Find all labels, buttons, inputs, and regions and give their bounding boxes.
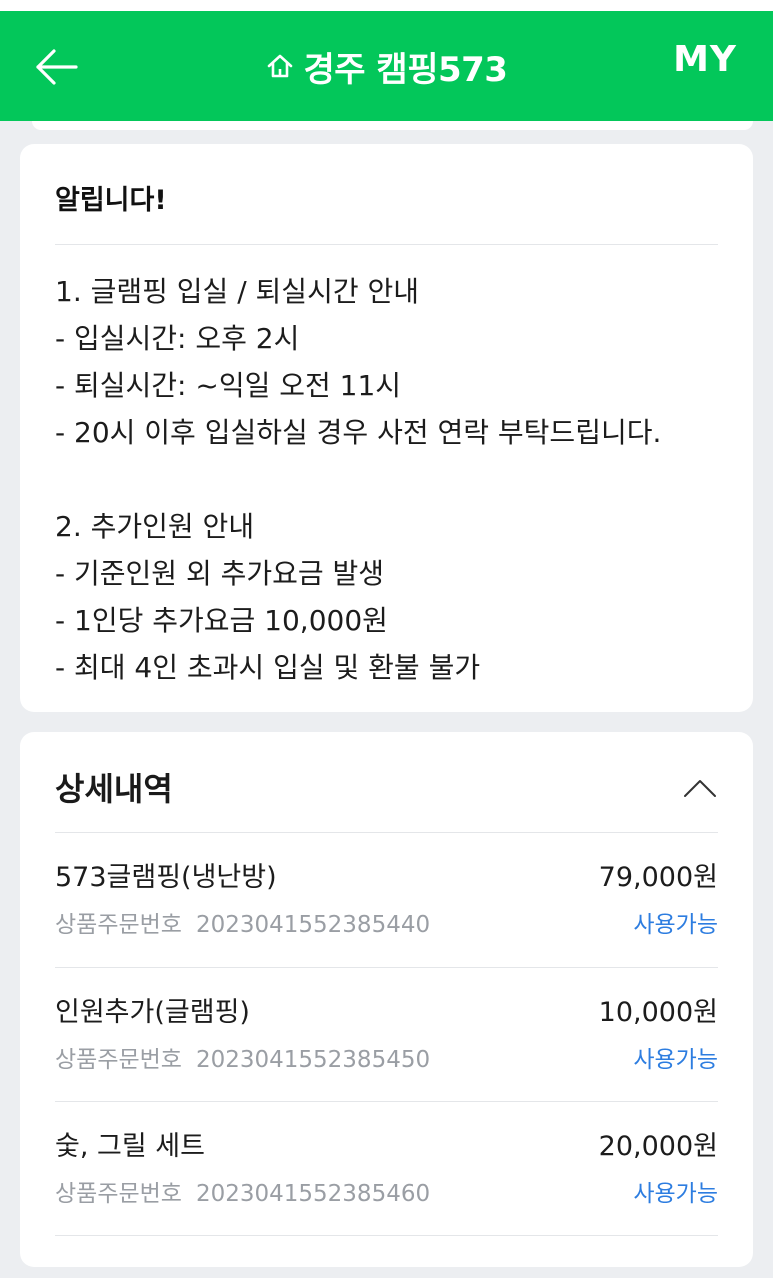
item-order: 상품주문번호 2023041552385450 bbox=[55, 1040, 430, 1074]
detail-card: 상세내역 573글램핑(냉난방) 79,000원 상품주문번호 202304155… bbox=[20, 732, 753, 1267]
status-link[interactable]: 사용가능 bbox=[633, 1040, 718, 1074]
notice-title: 알립니다! bbox=[55, 185, 167, 216]
item-name: 인원추가(글램핑) bbox=[55, 997, 250, 1028]
status-strip bbox=[0, 0, 773, 11]
item-price: 20,000원 bbox=[598, 1131, 718, 1162]
notice-line: - 1인당 추가요금 10,000원 bbox=[55, 604, 388, 637]
order-number: 2023041552385460 bbox=[195, 1181, 431, 1207]
app-header: 경주 캠핑573 MY bbox=[0, 11, 773, 121]
notice-line: - 기준인원 외 추가요금 발생 bbox=[55, 557, 385, 590]
notice-divider bbox=[55, 244, 718, 245]
notice-line: 1. 글램핑 입실 / 퇴실시간 안내 bbox=[55, 275, 420, 308]
notice-line: 2. 추가인원 안내 bbox=[55, 510, 255, 543]
item-divider bbox=[55, 1235, 718, 1236]
back-button[interactable] bbox=[32, 43, 82, 91]
page-title-text: 경주 캠핑573 bbox=[303, 49, 508, 90]
detail-title: 상세내역 bbox=[55, 770, 173, 808]
item-price: 79,000원 bbox=[598, 862, 718, 893]
item-order: 상품주문번호 2023041552385440 bbox=[55, 905, 430, 939]
order-number: 2023041552385440 bbox=[195, 912, 431, 938]
notice-card: 알립니다! 1. 글램핑 입실 / 퇴실시간 안내 - 입실시간: 오후 2시 … bbox=[20, 144, 753, 712]
previous-card-edge bbox=[32, 121, 753, 130]
status-link[interactable]: 사용가능 bbox=[633, 905, 718, 939]
arrow-left-icon bbox=[36, 49, 78, 85]
notice-line: - 퇴실시간: ~익일 오전 11시 bbox=[55, 369, 402, 402]
notice-body: 1. 글램핑 입실 / 퇴실시간 안내 - 입실시간: 오후 2시 - 퇴실시간… bbox=[55, 268, 735, 691]
order-number: 2023041552385450 bbox=[195, 1047, 431, 1073]
order-label: 상품주문번호 bbox=[55, 1047, 182, 1073]
order-label: 상품주문번호 bbox=[55, 912, 182, 938]
home-icon bbox=[267, 54, 292, 78]
list-item: 숯, 그릴 세트 20,000원 상품주문번호 2023041552385460 … bbox=[55, 1102, 718, 1236]
order-label: 상품주문번호 bbox=[55, 1181, 182, 1207]
item-name: 숯, 그릴 세트 bbox=[55, 1131, 205, 1162]
list-item: 573글램핑(냉난방) 79,000원 상품주문번호 20230415523854… bbox=[55, 833, 718, 967]
notice-line: - 최대 4인 초과시 입실 및 환불 불가 bbox=[55, 651, 481, 684]
page-title[interactable]: 경주 캠핑573 bbox=[266, 42, 508, 91]
notice-line: - 20시 이후 입실하실 경우 사전 연락 부탁드립니다. bbox=[55, 416, 662, 449]
collapse-button[interactable] bbox=[682, 776, 718, 800]
item-name: 573글램핑(냉난방) bbox=[55, 862, 277, 893]
my-page-button[interactable]: MY bbox=[673, 39, 737, 80]
status-link[interactable]: 사용가능 bbox=[633, 1174, 718, 1208]
chevron-up-icon bbox=[684, 780, 716, 797]
item-price: 10,000원 bbox=[598, 997, 718, 1028]
notice-line: - 입실시간: 오후 2시 bbox=[55, 322, 300, 355]
notice-line bbox=[55, 456, 735, 503]
list-item: 인원추가(글램핑) 10,000원 상품주문번호 2023041552385450… bbox=[55, 968, 718, 1102]
item-order: 상품주문번호 2023041552385460 bbox=[55, 1174, 430, 1208]
